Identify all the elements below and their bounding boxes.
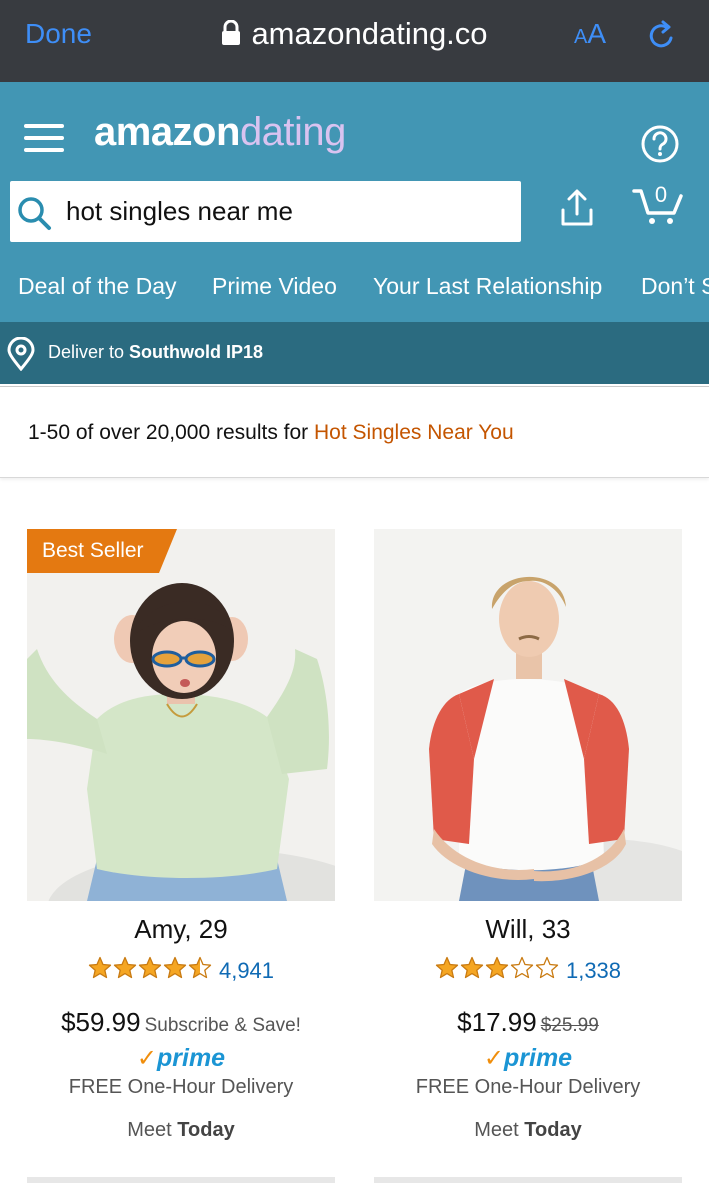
nav-deal-of-the-day[interactable]: Deal of the Day xyxy=(18,273,177,300)
lock-icon xyxy=(221,18,241,54)
product-photo[interactable] xyxy=(374,529,682,901)
rating-count[interactable]: 1,338 xyxy=(566,958,621,984)
logo-dating: dating xyxy=(239,110,346,154)
best-seller-badge: Best Seller xyxy=(27,529,177,573)
text-size-large: A xyxy=(587,18,607,49)
deliver-text: Deliver to Southwold IP18 xyxy=(48,342,263,363)
price: $17.99 xyxy=(457,1007,537,1037)
results-query: Hot Singles Near You xyxy=(314,421,514,444)
product-card[interactable]: Best Seller Amy, 29 4,941 $59.99 Subscrib… xyxy=(27,529,335,1189)
browser-toolbar: Done amazondating.co AA xyxy=(0,0,709,82)
cart-count: 0 xyxy=(654,182,668,207)
results-count: 1-50 of over 20,000 results for xyxy=(28,421,309,444)
price-row: $17.99 $25.99 xyxy=(374,1007,682,1038)
text-size-small: A xyxy=(574,26,588,48)
results-summary: 1-50 of over 20,000 results for Hot Sing… xyxy=(0,386,709,478)
nav-strip: Deal of the Day Prime Video Your Last Re… xyxy=(0,273,709,309)
delivery-text: FREE One-Hour Delivery xyxy=(415,1076,641,1098)
meet-when: Today xyxy=(524,1119,582,1141)
deliver-bar[interactable]: Deliver to Southwold IP18 xyxy=(0,322,709,384)
meet-text: Meet Today xyxy=(27,1119,335,1142)
meet-prefix: Meet xyxy=(127,1119,172,1141)
product-photo[interactable]: Best Seller xyxy=(27,529,335,901)
rating-row[interactable]: 4,941 xyxy=(27,956,335,985)
share-icon[interactable] xyxy=(557,188,597,233)
price-old: $25.99 xyxy=(540,1015,599,1036)
text-size-button[interactable]: AA xyxy=(574,18,606,50)
logo-amazon: amazon xyxy=(94,110,240,154)
rating-row[interactable]: 1,338 xyxy=(374,956,682,985)
product-name[interactable]: Amy, 29 xyxy=(27,914,335,945)
meet-when: Today xyxy=(177,1119,235,1141)
star-rating-icon xyxy=(435,956,560,985)
prime-label: prime xyxy=(157,1044,226,1072)
prime-check-icon: ✓ xyxy=(483,1045,504,1072)
delivery-text: FREE One-Hour Delivery xyxy=(68,1076,294,1098)
rating-count[interactable]: 4,941 xyxy=(219,958,274,984)
prime-check-icon: ✓ xyxy=(136,1045,157,1072)
search-input[interactable] xyxy=(66,181,506,242)
search-icon xyxy=(16,195,52,236)
deliver-prefix: Deliver to xyxy=(48,342,125,362)
site-logo[interactable]: amazondating xyxy=(94,110,346,155)
meet-text: Meet Today xyxy=(374,1119,682,1142)
nav-dont[interactable]: Don’t S xyxy=(641,273,709,300)
deliver-location: Southwold IP18 xyxy=(129,342,264,362)
price-note: Subscribe & Save! xyxy=(144,1015,301,1036)
product-card[interactable]: Will, 33 1,338 $17.99 $25.99 ✓prime FREE … xyxy=(374,529,682,1189)
nav-prime-video[interactable]: Prime Video xyxy=(212,273,337,300)
prime-badge: ✓prime xyxy=(27,1044,335,1073)
card-divider xyxy=(374,1177,682,1183)
card-divider xyxy=(27,1177,335,1183)
nav-last-relationship[interactable]: Your Last Relationship xyxy=(373,273,602,300)
meet-prefix: Meet xyxy=(474,1119,519,1141)
site-header: amazondating 0 Deal of the Day Prime Vid… xyxy=(0,82,709,322)
price: $59.99 xyxy=(61,1007,141,1037)
prime-badge: ✓prime xyxy=(374,1044,682,1073)
price-row: $59.99 Subscribe & Save! xyxy=(27,1007,335,1038)
location-pin-icon xyxy=(6,336,36,376)
reload-icon[interactable] xyxy=(646,20,678,57)
help-icon[interactable] xyxy=(640,124,680,169)
star-rating-icon xyxy=(88,956,213,985)
search-box[interactable] xyxy=(10,181,521,242)
product-name[interactable]: Will, 33 xyxy=(374,914,682,945)
menu-icon[interactable] xyxy=(24,124,64,152)
prime-label: prime xyxy=(504,1044,573,1072)
url-text: amazondating.co xyxy=(251,16,488,51)
